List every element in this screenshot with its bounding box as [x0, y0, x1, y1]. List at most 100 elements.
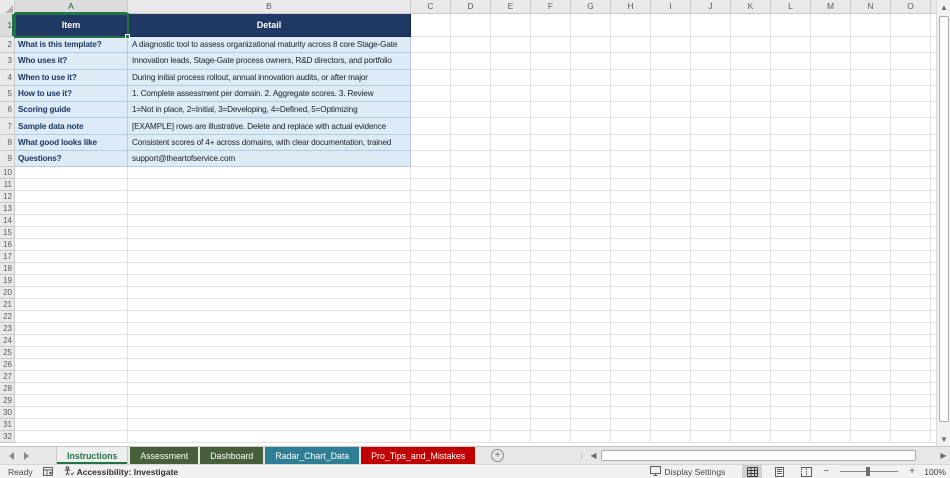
cell[interactable] [611, 227, 651, 240]
cell[interactable] [891, 69, 931, 86]
scroll-left-icon[interactable]: ◀ [587, 449, 600, 462]
cell[interactable] [851, 37, 891, 54]
row-header-21[interactable]: 21 [0, 299, 15, 312]
cell[interactable] [691, 431, 731, 444]
cell[interactable] [731, 134, 771, 152]
cell[interactable]: 1=Not in place, 2=Initial, 3=Developing,… [128, 102, 411, 119]
cell[interactable] [651, 347, 691, 360]
cell[interactable] [851, 69, 891, 86]
cell[interactable] [411, 335, 451, 348]
cell[interactable] [891, 118, 931, 135]
cell[interactable] [891, 239, 931, 252]
cell[interactable] [15, 251, 128, 264]
cell[interactable] [571, 239, 611, 252]
cell[interactable] [891, 323, 931, 336]
column-header-B[interactable]: B [128, 0, 411, 14]
cell[interactable]: Detail [128, 14, 411, 37]
cell[interactable] [451, 287, 491, 300]
cell[interactable] [851, 203, 891, 216]
cell[interactable] [651, 215, 691, 228]
cell[interactable] [651, 407, 691, 420]
cell[interactable] [691, 275, 731, 288]
cell[interactable] [731, 395, 771, 408]
cell[interactable]: Scoring guide [15, 102, 128, 119]
page-break-preview-button[interactable] [796, 465, 816, 478]
cell[interactable] [731, 37, 771, 54]
cell[interactable] [411, 53, 451, 70]
cell[interactable] [15, 179, 128, 192]
cell[interactable] [731, 215, 771, 228]
cell[interactable] [128, 167, 411, 180]
cell[interactable] [691, 14, 731, 37]
cell[interactable] [651, 53, 691, 70]
cell[interactable] [611, 419, 651, 432]
cell[interactable] [411, 215, 451, 228]
cell[interactable] [128, 431, 411, 444]
cell[interactable] [451, 251, 491, 264]
cell[interactable] [451, 14, 491, 37]
cell[interactable] [491, 37, 531, 54]
cell[interactable] [451, 311, 491, 324]
column-header-M[interactable]: M [811, 0, 851, 14]
scroll-down-icon[interactable]: ▼ [937, 432, 950, 446]
row-header-11[interactable]: 11 [0, 179, 15, 192]
cell[interactable] [531, 227, 571, 240]
cell[interactable] [651, 151, 691, 168]
cell[interactable] [891, 419, 931, 432]
cell[interactable] [128, 359, 411, 372]
row-header-18[interactable]: 18 [0, 263, 15, 276]
cell[interactable] [128, 383, 411, 396]
cell[interactable] [451, 323, 491, 336]
cell[interactable] [691, 118, 731, 135]
cell[interactable] [491, 347, 531, 360]
row-header-2[interactable]: 2 [0, 37, 15, 54]
cell[interactable] [411, 118, 451, 135]
cell[interactable] [531, 37, 571, 54]
cell[interactable] [15, 215, 128, 228]
cell[interactable] [851, 263, 891, 276]
cell[interactable] [691, 371, 731, 384]
cell[interactable] [771, 37, 811, 54]
cell[interactable]: Item [15, 14, 128, 37]
cell[interactable] [531, 118, 571, 135]
cell[interactable] [731, 191, 771, 204]
cell[interactable] [851, 118, 891, 135]
cell[interactable] [451, 69, 491, 86]
cell[interactable] [651, 191, 691, 204]
cell[interactable] [128, 407, 411, 420]
cell[interactable] [571, 85, 611, 103]
column-header-A[interactable]: A [15, 0, 128, 14]
row-header-13[interactable]: 13 [0, 203, 15, 216]
cell[interactable] [811, 118, 851, 135]
cell[interactable] [611, 102, 651, 119]
tab-splitter-handle[interactable]: ⁞ [576, 451, 587, 461]
column-header-N[interactable]: N [851, 0, 891, 14]
cell[interactable] [571, 251, 611, 264]
cell[interactable] [851, 167, 891, 180]
row-header-16[interactable]: 16 [0, 239, 15, 252]
cell[interactable] [851, 287, 891, 300]
cell[interactable] [891, 191, 931, 204]
cell[interactable] [451, 37, 491, 54]
cell[interactable] [411, 85, 451, 103]
cell[interactable] [771, 203, 811, 216]
cell[interactable] [731, 287, 771, 300]
cell[interactable] [651, 311, 691, 324]
cell[interactable] [15, 263, 128, 276]
cell[interactable] [411, 14, 451, 37]
cell[interactable] [531, 167, 571, 180]
cell[interactable] [491, 118, 531, 135]
cell[interactable] [891, 359, 931, 372]
cell[interactable] [451, 407, 491, 420]
cell[interactable] [731, 85, 771, 103]
row-header-30[interactable]: 30 [0, 407, 15, 420]
cell[interactable] [531, 263, 571, 276]
cell[interactable] [891, 335, 931, 348]
cell[interactable] [651, 275, 691, 288]
cell[interactable] [811, 395, 851, 408]
cell[interactable] [851, 251, 891, 264]
cell[interactable] [811, 14, 851, 37]
cell[interactable] [811, 419, 851, 432]
cell[interactable] [851, 407, 891, 420]
row-header-29[interactable]: 29 [0, 395, 15, 408]
